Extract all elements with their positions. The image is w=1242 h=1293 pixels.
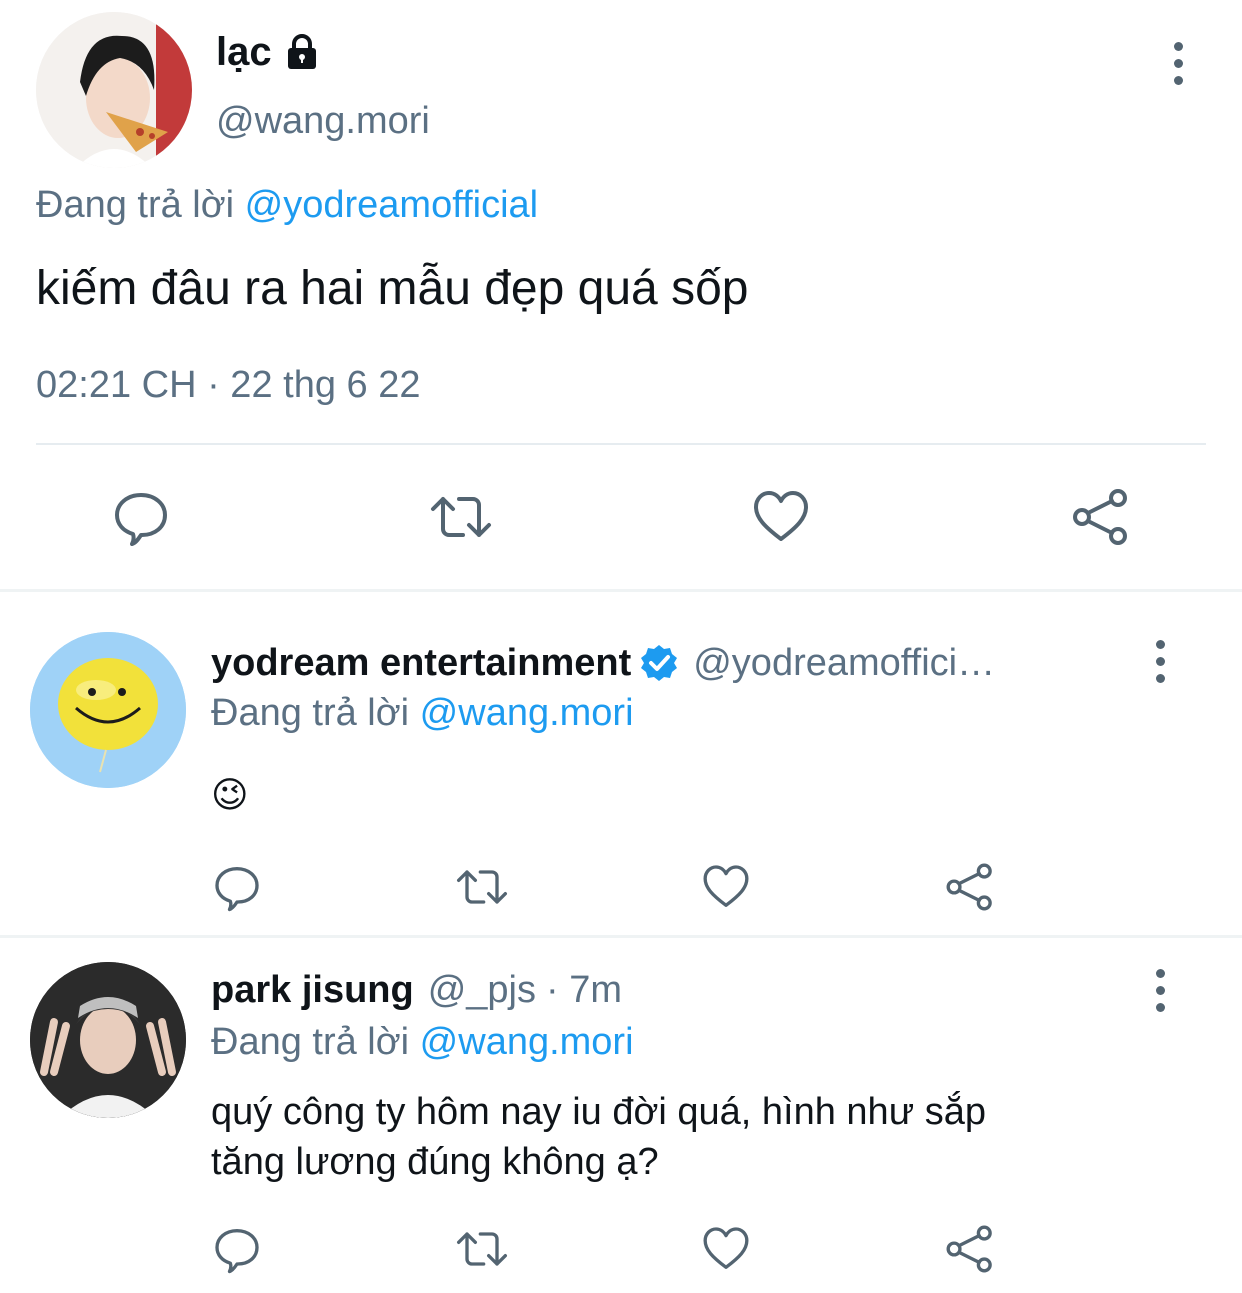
- share-icon: [1073, 489, 1127, 545]
- verified-badge-icon: [639, 643, 679, 683]
- tweet-text-line: tăng lương đúng không ạ?: [211, 1141, 659, 1183]
- share-button[interactable]: [941, 1220, 999, 1278]
- tweet-text-line: quý công ty hôm nay iu đời quá, hình như…: [211, 1091, 986, 1133]
- replying-label: Đang trả lời: [211, 692, 410, 734]
- retweet-icon: [457, 870, 508, 904]
- replying-to-link[interactable]: @yodreamofficial: [245, 184, 538, 226]
- timestamp[interactable]: 02:21 CH · 22 thg 6 22: [36, 362, 420, 408]
- like-icon: [703, 865, 749, 907]
- retweet-icon: [431, 497, 491, 537]
- avatar[interactable]: [30, 632, 186, 788]
- section-divider: [0, 935, 1242, 938]
- like-button[interactable]: [746, 484, 816, 550]
- display-name[interactable]: yodream entertainment: [211, 640, 631, 686]
- replying-to-link[interactable]: @wang.mori: [420, 1021, 634, 1063]
- avatar[interactable]: [36, 12, 192, 168]
- lock-icon: [282, 32, 322, 72]
- tweet-text: quý công ty hôm nay iu đời quá, hình như…: [211, 1087, 986, 1187]
- more-options-button[interactable]: [1148, 631, 1172, 691]
- more-options-button[interactable]: [1166, 33, 1190, 93]
- like-icon: [754, 491, 808, 541]
- replying-to-link[interactable]: @wang.mori: [420, 692, 634, 734]
- share-button[interactable]: [941, 858, 999, 916]
- divider: [36, 443, 1206, 445]
- reply-icon: [215, 1229, 259, 1274]
- tweet-text: kiếm đâu ra hai mẫu đẹp quá sốp: [36, 262, 749, 315]
- reply-icon: [215, 867, 259, 912]
- more-options-button[interactable]: [1148, 960, 1172, 1020]
- retweet-button[interactable]: [451, 1220, 513, 1278]
- handle[interactable]: @yodreamoffici…: [693, 640, 995, 686]
- section-divider: [0, 589, 1242, 592]
- reply-button[interactable]: [208, 858, 266, 916]
- retweet-icon: [457, 1232, 508, 1266]
- reply-button[interactable]: [208, 1220, 266, 1278]
- display-name[interactable]: park jisung: [211, 967, 414, 1013]
- avatar[interactable]: [30, 962, 186, 1118]
- retweet-button[interactable]: [426, 484, 496, 550]
- share-icon: [946, 1225, 992, 1273]
- share-button[interactable]: [1066, 484, 1136, 550]
- replying-label: Đang trả lời: [36, 184, 235, 226]
- share-icon: [946, 863, 992, 911]
- like-icon: [703, 1227, 749, 1269]
- display-name[interactable]: lạc: [216, 28, 272, 76]
- reply-button[interactable]: [106, 484, 176, 550]
- retweet-button[interactable]: [451, 858, 513, 916]
- replying-label: Đang trả lời: [211, 1021, 410, 1063]
- reply-icon: [115, 493, 167, 546]
- handle[interactable]: @_pjs: [428, 967, 536, 1013]
- handle[interactable]: @wang.mori: [216, 98, 430, 144]
- like-button[interactable]: [697, 1220, 755, 1278]
- tweet-text: 😉: [211, 774, 249, 815]
- like-button[interactable]: [697, 858, 755, 916]
- time-ago[interactable]: · 7m: [546, 967, 622, 1013]
